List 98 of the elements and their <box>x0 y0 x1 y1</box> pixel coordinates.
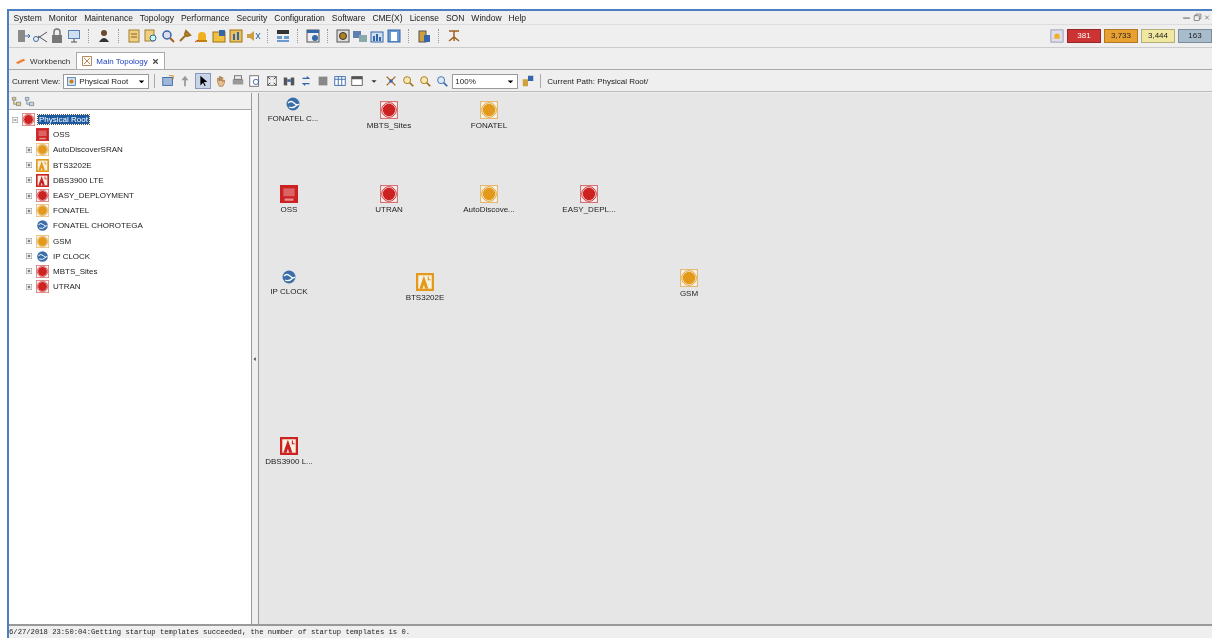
tree-item[interactable]: FONATEL <box>52 206 91 216</box>
menu-item[interactable]: System <box>10 12 46 23</box>
node-label: GSM <box>679 289 699 298</box>
node-label: MBTS_Sites <box>366 121 412 130</box>
monitor-icon[interactable] <box>66 28 82 44</box>
menu-item[interactable]: Topology <box>136 12 178 23</box>
tree-item[interactable]: DBS3900 LTE <box>52 175 105 185</box>
globe-icon[interactable] <box>285 96 301 112</box>
menu-item[interactable]: Configuration <box>270 12 329 23</box>
tab[interactable]: Workbench <box>11 53 75 69</box>
window-icon[interactable] <box>305 28 321 44</box>
expand-icon[interactable] <box>25 282 33 291</box>
printer-icon[interactable] <box>231 74 246 88</box>
restore-icon[interactable] <box>1193 13 1202 22</box>
magnifier-document-icon[interactable] <box>143 28 159 44</box>
add-view-icon[interactable] <box>161 74 176 88</box>
current-view-label: Current View: <box>12 76 61 86</box>
gear-icon[interactable] <box>335 28 351 44</box>
node-label: DBS3900 L... <box>265 457 313 466</box>
tree-item[interactable]: EASY_DEPLOYMENT <box>52 191 135 201</box>
chart-icon[interactable] <box>228 28 244 44</box>
close-icon[interactable] <box>150 56 160 66</box>
alarm-count[interactable]: 3,733 <box>1104 29 1138 43</box>
node-label: OSS <box>280 205 298 214</box>
alarm-count[interactable]: 381 <box>1067 29 1101 43</box>
node-label: EASY_DEPL... <box>562 205 616 214</box>
alarm-count[interactable]: 163 <box>1178 29 1212 43</box>
menu-item[interactable]: Software <box>328 12 369 23</box>
table-icon[interactable] <box>333 74 348 88</box>
current-path: Current Path: Physical Root/ <box>547 76 649 86</box>
locate-icon[interactable] <box>521 74 536 88</box>
fit-icon[interactable] <box>265 74 280 88</box>
grid-icon[interactable] <box>275 28 291 44</box>
tree-item[interactable]: OSS <box>52 130 71 140</box>
tab[interactable]: Main Topology <box>76 52 165 69</box>
bar-chart-icon[interactable] <box>369 28 385 44</box>
menu-item[interactable]: CME(X) <box>368 12 407 23</box>
document-icon[interactable] <box>126 28 142 44</box>
menu-item[interactable]: Window <box>467 12 506 23</box>
expand-all-icon[interactable] <box>11 95 22 107</box>
tower-icon[interactable] <box>280 437 298 455</box>
door-icon[interactable] <box>15 28 31 44</box>
tree-item[interactable]: AutoDiscoverSRAN <box>52 145 124 155</box>
person-icon[interactable] <box>96 28 112 44</box>
panel-icon[interactable] <box>386 28 402 44</box>
alarm-count[interactable]: 3,444 <box>1141 29 1175 43</box>
expand-icon[interactable] <box>25 267 33 276</box>
node-label: BTS3202E <box>405 293 445 302</box>
status-circle-icon[interactable] <box>680 269 698 287</box>
node-label: FONATEL <box>470 121 508 130</box>
collapse-all-icon[interactable] <box>24 95 35 107</box>
tree-item[interactable]: Physical Root <box>38 115 89 125</box>
status-circle-icon[interactable] <box>480 185 498 203</box>
zoom-dropdown[interactable]: 100% <box>452 73 519 89</box>
menu-item[interactable]: License <box>406 12 443 23</box>
status-circle-icon[interactable] <box>380 185 398 203</box>
tree-item[interactable]: BTS3202E <box>52 160 93 170</box>
tower-icon[interactable] <box>416 273 434 291</box>
pointer-icon[interactable] <box>195 73 212 89</box>
tree-item[interactable]: FONATEL CHOROTEGA <box>52 221 144 231</box>
node-label: IP CLOCK <box>270 287 308 296</box>
expand-icon[interactable] <box>25 176 33 185</box>
globe-icon[interactable] <box>281 269 297 285</box>
expand-icon[interactable] <box>25 206 33 215</box>
menu-item[interactable]: Security <box>233 12 271 23</box>
zoom-out-icon[interactable] <box>418 74 433 88</box>
layout-icon[interactable] <box>350 74 365 88</box>
menu-item[interactable]: Monitor <box>45 12 81 23</box>
expand-icon[interactable] <box>25 191 33 200</box>
magnifier-icon[interactable] <box>160 28 176 44</box>
menu-item[interactable]: Performance <box>177 12 234 23</box>
network-icon[interactable] <box>352 28 368 44</box>
status-circle-icon[interactable] <box>480 101 498 119</box>
menu-item[interactable]: Help <box>505 12 530 23</box>
node-label: AutoDiscove... <box>463 205 515 214</box>
device-icon[interactable] <box>416 28 432 44</box>
zoom-icon[interactable] <box>435 74 450 88</box>
folder-icon[interactable] <box>211 28 227 44</box>
node-label: UTRAN <box>375 205 403 214</box>
expand-icon[interactable] <box>25 161 33 170</box>
collapse-icon[interactable] <box>11 115 19 124</box>
tree-item[interactable]: MBTS_Sites <box>52 266 99 276</box>
menu-item[interactable]: Maintenance <box>80 12 137 23</box>
menu-item[interactable]: SON <box>442 12 468 23</box>
expand-icon[interactable] <box>25 237 33 246</box>
lock-icon[interactable] <box>49 28 65 44</box>
view-dropdown[interactable]: Physical Root <box>63 73 150 89</box>
expand-icon[interactable] <box>25 252 33 261</box>
status-circle-icon[interactable] <box>580 185 598 203</box>
node-label: FONATEL C... <box>267 114 319 123</box>
tree-item[interactable]: IP CLOCK <box>52 251 92 261</box>
tree-item[interactable]: GSM <box>52 236 73 246</box>
zoom-in-icon[interactable] <box>401 74 416 88</box>
expand-icon[interactable] <box>25 145 33 154</box>
speaker-muted-icon[interactable] <box>245 28 261 44</box>
computer-icon[interactable] <box>280 185 298 203</box>
status-circle-icon[interactable] <box>380 101 398 119</box>
tree-item[interactable]: UTRAN <box>52 282 82 292</box>
